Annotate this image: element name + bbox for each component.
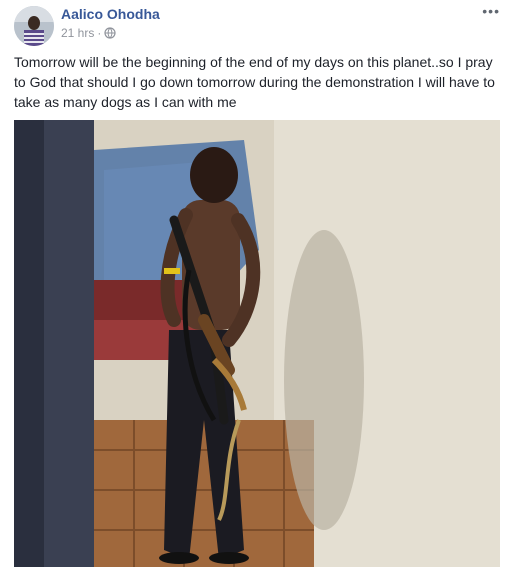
globe-icon[interactable]: [104, 27, 116, 39]
author-avatar[interactable]: [14, 6, 54, 46]
author-name[interactable]: Aalico Ohodha: [61, 6, 160, 22]
post-meta: 21 hrs ·: [61, 26, 116, 40]
post-text: Tomorrow will be the beginning of the en…: [14, 54, 495, 110]
more-options-icon[interactable]: •••: [482, 4, 500, 18]
post-photo[interactable]: [14, 120, 500, 567]
facebook-post: Aalico Ohodha 21 hrs · ••• Tomorrow will…: [0, 0, 510, 567]
meta-separator: ·: [97, 26, 102, 40]
post-timestamp[interactable]: 21 hrs: [61, 26, 94, 40]
